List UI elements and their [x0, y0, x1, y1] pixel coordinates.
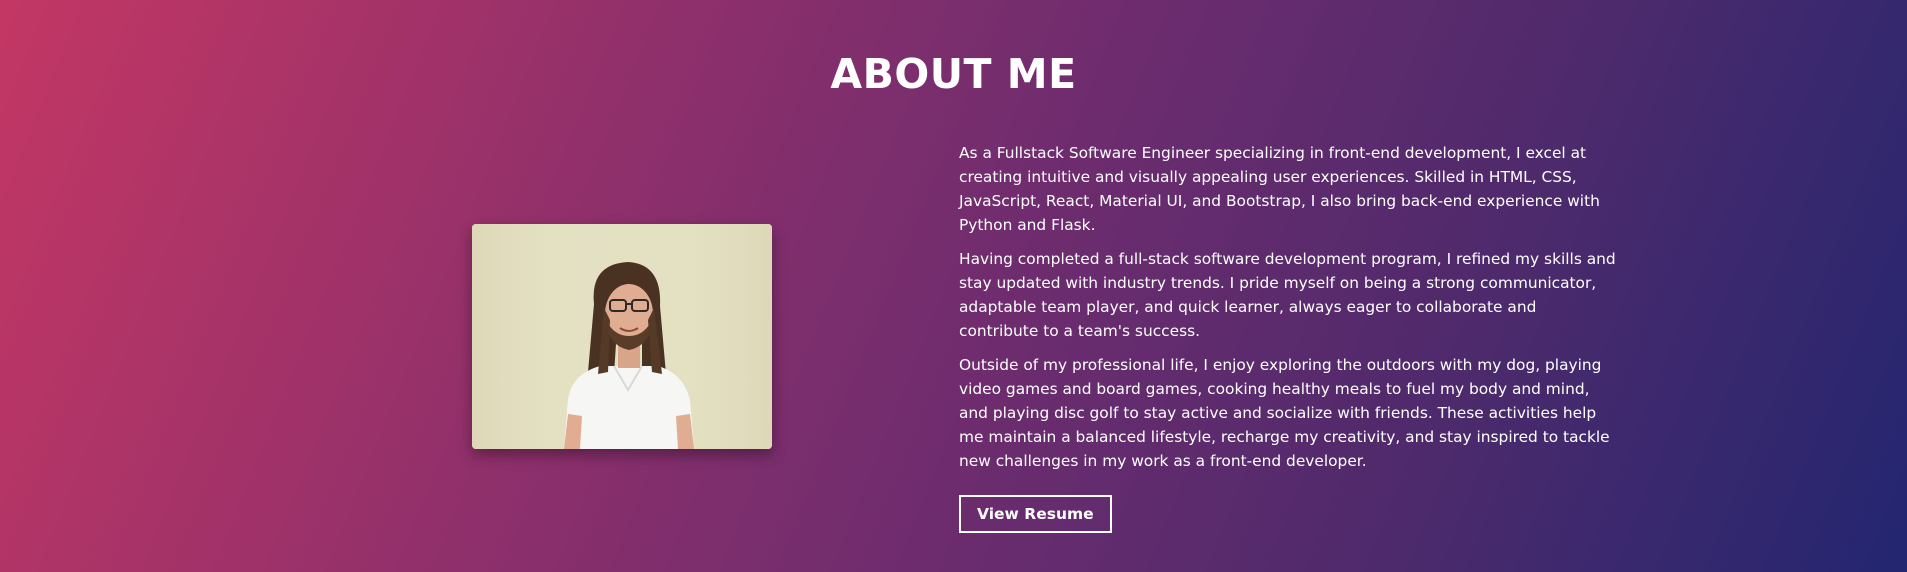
bio-paragraph-training: Having completed a full-stack software d…	[959, 250, 1616, 340]
about-section: ABOUT ME As a Fullstack Software Enginee…	[0, 0, 1907, 572]
bio-paragraph-professional: As a Fullstack Software Engineer special…	[959, 144, 1600, 234]
bio-column: As a Fullstack Software Engineer special…	[959, 141, 1619, 533]
bio-paragraph-personal: Outside of my professional life, I enjoy…	[959, 356, 1610, 470]
view-resume-button[interactable]: View Resume	[959, 495, 1112, 533]
profile-photo	[472, 224, 772, 449]
about-title: ABOUT ME	[830, 50, 1077, 98]
